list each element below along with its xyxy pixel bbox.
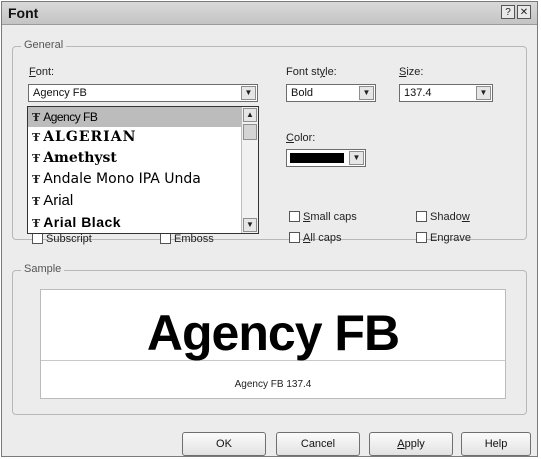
subscript-label: Subscript (46, 233, 92, 245)
shadow-accel: w (461, 211, 470, 223)
subscript-checkbox[interactable]: Subscript (32, 233, 92, 245)
close-title-button[interactable]: ✕ (517, 5, 531, 19)
color-dropdown-arrow-icon[interactable]: ▼ (349, 151, 364, 165)
ok-button[interactable]: OK (182, 432, 266, 456)
sample-group-label: Sample (21, 263, 65, 275)
dialog-title: Font (8, 5, 39, 21)
truetype-icon: Ŧ (32, 173, 41, 186)
scroll-thumb[interactable] (243, 124, 257, 140)
font-style-value: Bold (291, 87, 314, 99)
scroll-down-arrow-icon[interactable]: ▼ (243, 218, 257, 232)
small-caps-box[interactable] (289, 211, 300, 222)
size-combo[interactable]: 137.4 ▼ (399, 84, 493, 102)
apply-label: pply (404, 438, 425, 450)
font-list-item-label: Arial Black (43, 214, 122, 230)
shadow-label: Shado (430, 211, 462, 223)
font-style-label: Font style: (286, 66, 337, 78)
color-swatch (290, 153, 344, 163)
font-list-item-andale-mono[interactable]: Ŧ Andale Mono IPA Unda (28, 169, 242, 190)
font-list-item-label: Amethyst (43, 150, 117, 166)
truetype-icon: Ŧ (32, 195, 41, 208)
truetype-icon: Ŧ (32, 152, 41, 165)
color-combo[interactable]: ▼ (286, 149, 366, 167)
font-list-item-label: Arial (43, 192, 74, 209)
title-bar: Font ? ✕ (2, 2, 537, 25)
shadow-checkbox[interactable]: Shadow (416, 211, 470, 223)
font-combo-value: Agency FB (33, 87, 87, 99)
font-style-combo[interactable]: Bold ▼ (286, 84, 376, 102)
font-dialog: Font ? ✕ General Font: Agency FB ▼ Font … (1, 1, 538, 457)
sample-preview-area: Agency FB Agency FB 137.4 (40, 289, 506, 399)
color-label-text: olor: (293, 132, 316, 144)
shadow-box[interactable] (416, 211, 427, 222)
font-dropdown-list[interactable]: Ŧ Agency FB Ŧ ALGERIAN Ŧ Amethyst Ŧ Andale M… (27, 106, 259, 234)
font-list-item-arial[interactable]: Ŧ Arial (28, 190, 242, 211)
font-list-item-label: Andale Mono IPA Unda (43, 171, 201, 187)
font-style-label-pre: Font st (286, 66, 320, 78)
font-list-item-label: Agency FB (43, 110, 98, 124)
help-title-button[interactable]: ? (501, 5, 515, 19)
all-caps-checkbox[interactable]: All caps (289, 232, 342, 244)
scroll-up-arrow-icon[interactable]: ▲ (243, 108, 257, 122)
help-button[interactable]: Help (461, 432, 531, 456)
color-label-accel: C (286, 132, 294, 144)
small-caps-label: mall caps (310, 211, 357, 223)
truetype-icon: Ŧ (32, 111, 41, 124)
font-label: Font: (29, 66, 54, 78)
sample-caption: Agency FB 137.4 (234, 379, 312, 390)
font-list-item-algerian[interactable]: Ŧ ALGERIAN (28, 127, 242, 148)
engrave-checkbox[interactable]: Engrave (416, 232, 471, 244)
general-group-label: General (21, 39, 67, 51)
font-dropdown-arrow-icon[interactable]: ▼ (241, 86, 256, 100)
font-list-scrollbar[interactable]: ▲ ▼ (241, 107, 258, 233)
font-list-item-arial-black[interactable]: Ŧ Arial Black (28, 211, 242, 233)
font-style-label-post: le: (325, 66, 337, 78)
cancel-button[interactable]: Cancel (276, 432, 360, 456)
font-list-item-label: ALGERIAN (43, 129, 137, 145)
engrave-label: Engrave (430, 232, 471, 244)
emboss-label: Emboss (174, 233, 214, 245)
font-combo[interactable]: Agency FB ▼ (28, 84, 258, 102)
apply-accel: A (397, 438, 405, 450)
style-dropdown-arrow-icon[interactable]: ▼ (359, 86, 374, 100)
font-label-accel: F (29, 66, 36, 78)
font-label-text: ont: (35, 66, 55, 78)
font-list-item-agency-fb[interactable]: Ŧ Agency FB (28, 107, 242, 127)
apply-button[interactable]: Apply (369, 432, 453, 456)
size-dropdown-arrow-icon[interactable]: ▼ (476, 86, 491, 100)
all-caps-label: ll caps (310, 232, 342, 244)
truetype-icon: Ŧ (32, 217, 41, 230)
subscript-box[interactable] (32, 233, 43, 244)
engrave-box[interactable] (416, 232, 427, 243)
emboss-checkbox[interactable]: Emboss (160, 233, 214, 245)
color-label: Color: (286, 132, 315, 144)
truetype-icon: Ŧ (32, 131, 41, 144)
size-label: Size: (399, 66, 423, 78)
sample-preview-text: Agency FB (146, 305, 400, 361)
all-caps-box[interactable] (289, 232, 300, 243)
size-label-text: ize: (406, 66, 424, 78)
small-caps-checkbox[interactable]: Small caps (289, 211, 357, 223)
size-value: 137.4 (404, 87, 432, 99)
emboss-box[interactable] (160, 233, 171, 244)
font-list-item-amethyst[interactable]: Ŧ Amethyst (28, 148, 242, 169)
